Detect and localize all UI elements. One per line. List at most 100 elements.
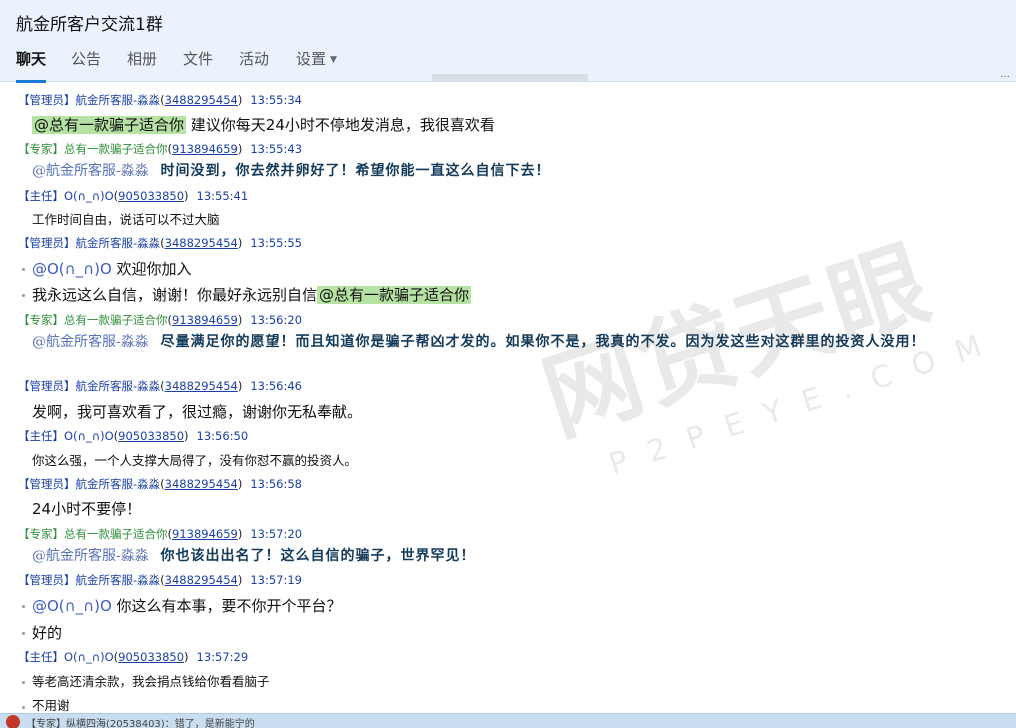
- tab-settings-label: 设置: [296, 50, 327, 68]
- sender-role: 【管理员】: [18, 477, 76, 491]
- message-body: 等老高还清余款，我会捐点钱给你看看脑子: [32, 674, 270, 689]
- message-header: 【专家】总有一款骗子适合你(913894659) 13:55:43: [18, 142, 303, 156]
- message-header: 【主任】O(∩_∩)O(905033850) 13:56:50: [18, 429, 249, 443]
- message-body: @航金所客服-淼淼 你也该出出名了！这么自信的骗子，世界罕见！: [32, 545, 475, 567]
- message-body: 好的: [32, 624, 63, 642]
- chat-history[interactable]: 【管理员】航金所客服-淼淼(3488295454) 13:55:34 @总有一款骗…: [0, 83, 1016, 713]
- group-header: 航金所客户交流1群 聊天 公告 相册 文件 活动 设置 ▼ ···: [0, 0, 1016, 83]
- sender-qq-link[interactable]: 3488295454: [165, 477, 238, 491]
- avatar: [6, 715, 20, 728]
- group-title: 航金所客户交流1群: [16, 15, 163, 35]
- message-header: 【管理员】航金所客服-淼淼(3488295454) 13:57:19: [18, 573, 302, 587]
- sender-role: 【主任】: [18, 429, 64, 443]
- message-text: 我永远这么自信，谢谢！你最好永远别自信: [32, 286, 318, 304]
- message-time: 13:56:20: [250, 313, 303, 327]
- latest-message-bar[interactable]: 【专家】纵横四海(20538403)：错了，是新能宁的: [0, 713, 1016, 728]
- tab-chat[interactable]: 聊天: [16, 48, 47, 83]
- mention[interactable]: @航金所客服-淼淼: [32, 334, 149, 350]
- bullet-dot: [22, 681, 25, 684]
- tab-files[interactable]: 文件: [183, 48, 213, 80]
- message-text: 时间没到，你去然并卵好了！希望你能一直这么自信下去！: [160, 163, 551, 179]
- sender-role: 【管理员】: [18, 236, 76, 250]
- message-body: @O(∩_∩)O 欢迎你加入: [32, 258, 192, 280]
- message-text: 建议你每天24小时不停地发消息，我很喜欢看: [186, 116, 495, 134]
- message-body: 不用谢: [32, 698, 70, 713]
- message-time: 13:56:46: [250, 379, 302, 393]
- mention[interactable]: @总有一款骗子适合你: [317, 286, 472, 304]
- message-time: 13:55:55: [250, 236, 302, 250]
- message-header: 【主任】O(∩_∩)O(905033850) 13:57:29: [18, 650, 249, 664]
- sender-role: 【主任】: [18, 189, 64, 203]
- sender-name[interactable]: 航金所客服-淼淼: [76, 573, 161, 587]
- sender-role: 【专家】: [18, 142, 64, 156]
- message-text: 你也该出出名了！这么自信的骗子，世界罕见！: [160, 548, 476, 564]
- history-pull-handle[interactable]: [432, 74, 588, 82]
- sender-name[interactable]: 航金所客服-淼淼: [76, 93, 161, 107]
- sender-qq-link[interactable]: 3488295454: [165, 573, 238, 587]
- message-text: 欢迎你加入: [111, 260, 192, 278]
- message-body: 工作时间自由，说话可以不过大脑: [32, 212, 220, 227]
- message-body: @航金所客服-淼淼 尽量满足你的愿望！而且知道你是骗子帮凶才发的。如果你不是，我…: [32, 331, 1002, 353]
- latest-message-text: 【专家】纵横四海(20538403)：错了，是新能宁的: [26, 719, 255, 728]
- mention[interactable]: @总有一款骗子适合你: [32, 116, 187, 134]
- message-time: 13:57:19: [250, 573, 302, 587]
- message-header: 【管理员】航金所客服-淼淼(3488295454) 13:55:34: [18, 93, 302, 107]
- mention[interactable]: @航金所客服-淼淼: [32, 163, 149, 179]
- sender-role: 【管理员】: [18, 379, 76, 393]
- sender-role: 【管理员】: [18, 93, 76, 107]
- more-icon[interactable]: ···: [1000, 72, 1010, 83]
- sender-name[interactable]: O(∩_∩)O: [64, 429, 114, 443]
- bullet-dot: [22, 268, 25, 271]
- sender-qq-link[interactable]: 3488295454: [165, 236, 238, 250]
- message-text: 你这么有本事，要不你开个平台？: [111, 597, 342, 615]
- tab-activity[interactable]: 活动: [239, 48, 269, 80]
- message-time: 13:57:20: [250, 527, 303, 541]
- bullet-dot: [22, 294, 25, 297]
- sender-qq-link[interactable]: 905033850: [118, 189, 184, 203]
- tab-announcement[interactable]: 公告: [71, 48, 101, 80]
- mention[interactable]: @O(∩_∩)O: [32, 597, 112, 615]
- bullet-dot: [22, 706, 25, 709]
- sender-name[interactable]: O(∩_∩)O: [64, 650, 114, 664]
- message-header: 【专家】总有一款骗子适合你(913894659) 13:57:20: [18, 527, 303, 541]
- sender-qq-link[interactable]: 3488295454: [165, 379, 238, 393]
- message-time: 13:55:41: [196, 189, 249, 203]
- sender-role: 【主任】: [18, 650, 64, 664]
- sender-name[interactable]: 总有一款骗子适合你: [64, 313, 168, 327]
- message-body: 24小时不要停！: [32, 500, 142, 518]
- sender-role: 【专家】: [18, 313, 64, 327]
- sender-qq-link[interactable]: 913894659: [172, 527, 238, 541]
- message-body: @O(∩_∩)O 你这么有本事，要不你开个平台？: [32, 595, 342, 617]
- tab-album[interactable]: 相册: [127, 48, 157, 80]
- message-header: 【管理员】航金所客服-淼淼(3488295454) 13:56:46: [18, 379, 302, 393]
- mention[interactable]: @O(∩_∩)O: [32, 260, 112, 278]
- sender-name[interactable]: 航金所客服-淼淼: [76, 379, 161, 393]
- sender-qq-link[interactable]: 913894659: [172, 142, 238, 156]
- sender-qq-link[interactable]: 905033850: [118, 429, 184, 443]
- message-header: 【专家】总有一款骗子适合你(913894659) 13:56:20: [18, 313, 303, 327]
- sender-qq-link[interactable]: 3488295454: [165, 93, 238, 107]
- message-header: 【主任】O(∩_∩)O(905033850) 13:55:41: [18, 189, 249, 203]
- sender-name[interactable]: 航金所客服-淼淼: [76, 477, 161, 491]
- sender-name[interactable]: 总有一款骗子适合你: [64, 527, 168, 541]
- sender-qq-link[interactable]: 905033850: [118, 650, 184, 664]
- message-body: @总有一款骗子适合你 建议你每天24小时不停地发消息，我很喜欢看: [32, 114, 495, 136]
- message-body: @航金所客服-淼淼 时间没到，你去然并卵好了！希望你能一直这么自信下去！: [32, 160, 550, 182]
- sender-name[interactable]: 航金所客服-淼淼: [76, 236, 161, 250]
- message-time: 13:56:58: [250, 477, 302, 491]
- message-body: 发啊，我可喜欢看了，很过瘾，谢谢你无私奉献。: [32, 403, 363, 421]
- tab-settings[interactable]: 设置 ▼: [296, 48, 337, 80]
- chevron-down-icon: ▼: [330, 55, 337, 65]
- message-time: 13:56:50: [196, 429, 249, 443]
- bullet-dot: [22, 632, 25, 635]
- message-time: 13:55:34: [250, 93, 302, 107]
- sender-name[interactable]: 总有一款骗子适合你: [64, 142, 168, 156]
- sender-qq-link[interactable]: 913894659: [172, 313, 238, 327]
- message-time: 13:55:43: [250, 142, 303, 156]
- message-body: 我永远这么自信，谢谢！你最好永远别自信 @总有一款骗子适合你: [32, 284, 472, 306]
- sender-role: 【管理员】: [18, 573, 76, 587]
- mention[interactable]: @航金所客服-淼淼: [32, 548, 149, 564]
- message-header: 【管理员】航金所客服-淼淼(3488295454) 13:55:55: [18, 236, 302, 250]
- sender-role: 【专家】: [18, 527, 64, 541]
- sender-name[interactable]: O(∩_∩)O: [64, 189, 114, 203]
